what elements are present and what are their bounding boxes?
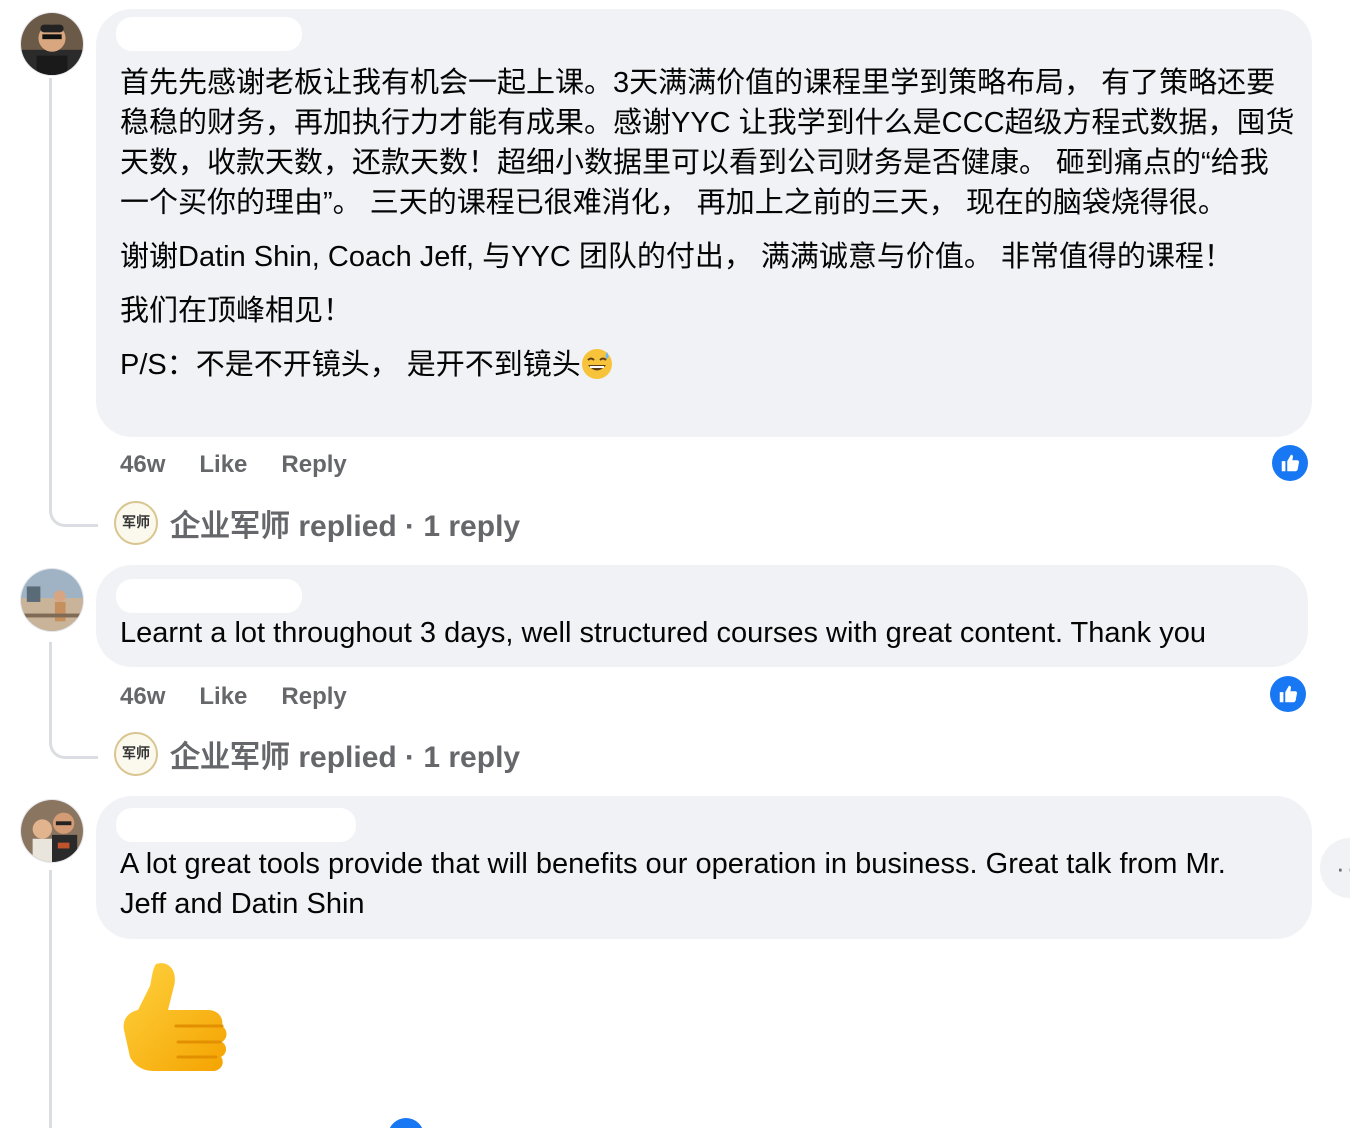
page-avatar: 军师 — [114, 732, 158, 776]
like-reaction-icon[interactable] — [1270, 676, 1306, 712]
comment-bubble: 首先先感谢老板让我有机会一起上课。3天满满价值的课程里学到策略布局， 有了策略还… — [96, 9, 1312, 437]
thread-connector — [49, 78, 98, 527]
comment-paragraph: Learnt a lot throughout 3 days, well str… — [120, 617, 1206, 649]
comment-time[interactable]: 46w — [120, 451, 165, 479]
comment-actions: 46w Like Reply — [120, 683, 347, 711]
commenter-name[interactable] — [116, 17, 302, 51]
comment-text: 首先先感谢老板让我有机会一起上课。3天满满价值的课程里学到策略布局， 有了策略还… — [120, 63, 1295, 385]
thread-connector — [49, 642, 98, 759]
like-reaction-icon[interactable] — [1272, 445, 1308, 481]
comment-paragraph-ps: P/S：不是不开镜头， 是开不到镜头 — [120, 345, 1295, 385]
more-options-button[interactable]: ·· — [1320, 838, 1350, 898]
comment-paragraph: P/S：不是不开镜头， 是开不到镜头 — [120, 349, 581, 381]
sweat-smile-emoji — [581, 349, 612, 379]
like-button[interactable]: Like — [199, 683, 247, 711]
comment-paragraph: 我们在顶峰相见！ — [120, 295, 353, 327]
comment-paragraph: 谢谢Datin Shin, Coach Jeff, 与YYC 团队的付出， 满满… — [120, 241, 1233, 273]
comment-actions: 46w Like Reply — [120, 451, 347, 479]
thread-connector — [49, 870, 52, 1128]
comment-paragraph: A lot great tools provide that will bene… — [120, 848, 1226, 920]
commenter-avatar[interactable] — [20, 568, 84, 632]
like-reaction-icon[interactable] — [388, 1118, 424, 1128]
replied-text[interactable]: 企业军师 replied · 1 reply — [170, 732, 520, 776]
reply-button[interactable]: Reply — [281, 683, 346, 711]
thumbs-up-sticker — [123, 963, 227, 1071]
commenter-name[interactable] — [116, 579, 302, 613]
page-avatar: 军师 — [114, 501, 158, 545]
commenter-avatar[interactable] — [20, 799, 84, 863]
comment-text: Learnt a lot throughout 3 days, well str… — [120, 613, 1295, 653]
comment-paragraph: 首先先感谢老板让我有机会一起上课。3天满满价值的课程里学到策略布局， 有了策略还… — [120, 67, 1295, 219]
comment-bubble: A lot great tools provide that will bene… — [96, 796, 1312, 939]
commenter-avatar[interactable] — [20, 12, 84, 76]
commenter-name[interactable] — [116, 808, 356, 842]
comment-bubble: Learnt a lot throughout 3 days, well str… — [96, 565, 1308, 667]
like-button[interactable]: Like — [199, 451, 247, 479]
view-replies-link[interactable]: 军师 企业军师 replied · 1 reply — [114, 732, 520, 776]
comments-section: 首先先感谢老板让我有机会一起上课。3天满满价值的课程里学到策略布局， 有了策略还… — [0, 0, 1350, 1128]
replied-text[interactable]: 企业军师 replied · 1 reply — [170, 501, 520, 545]
reply-button[interactable]: Reply — [281, 451, 346, 479]
comment-time[interactable]: 46w — [120, 683, 165, 711]
comment-text: A lot great tools provide that will bene… — [120, 844, 1280, 924]
view-replies-link[interactable]: 军师 企业军师 replied · 1 reply — [114, 501, 520, 545]
